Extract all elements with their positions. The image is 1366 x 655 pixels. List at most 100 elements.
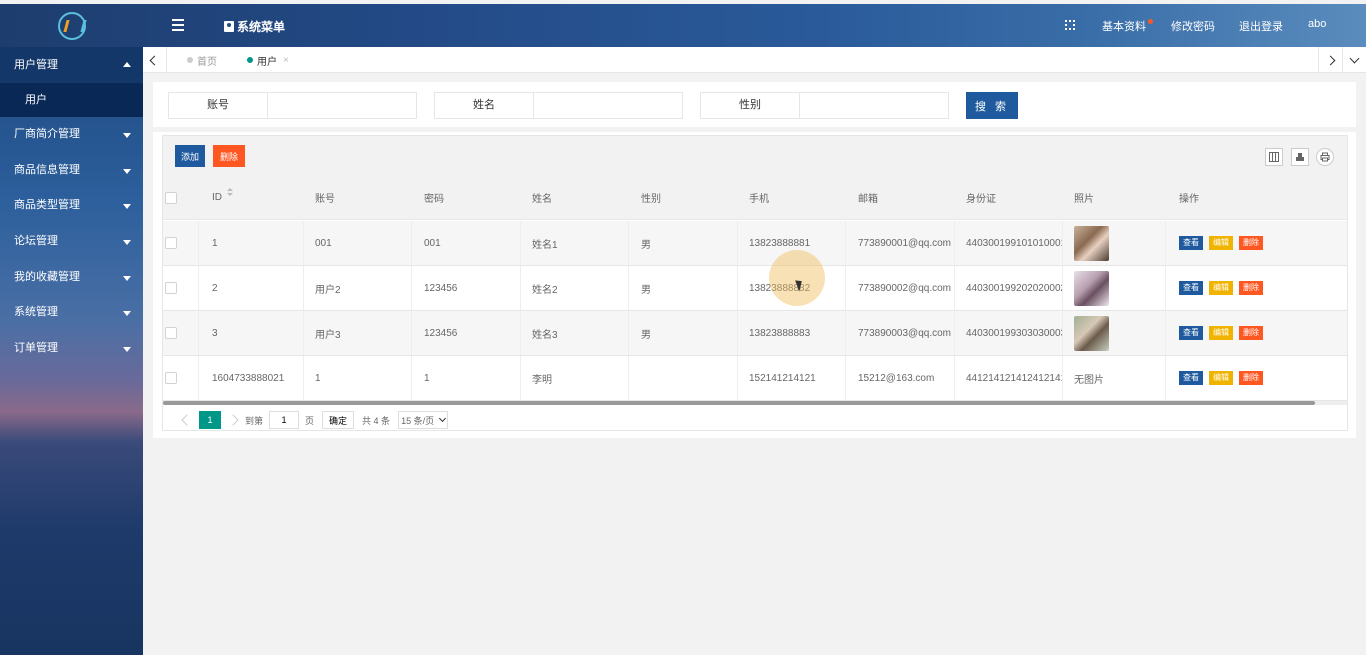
table-row: 1 001 001 姓名1 男 13823888881 773890001@qq… xyxy=(163,221,1347,266)
tab-dot-icon xyxy=(187,57,193,63)
cell-name: 李明 xyxy=(520,356,629,400)
export-icon[interactable] xyxy=(1291,148,1309,166)
goto-page-input[interactable] xyxy=(269,411,300,429)
search-name-input[interactable] xyxy=(534,93,682,118)
sort-icon[interactable] xyxy=(227,187,233,196)
page-size-select[interactable]: 15 条/页 xyxy=(398,411,449,429)
edit-button[interactable]: 编辑 xyxy=(1209,236,1233,250)
sidebar-item-system[interactable]: 系统管理 xyxy=(0,295,143,331)
row-checkbox[interactable] xyxy=(165,237,177,249)
cell-name: 姓名1 xyxy=(520,221,629,265)
top-header: 系统菜单 基本资料 修改密码 退出登录 abo xyxy=(0,0,1366,47)
user-photo[interactable] xyxy=(1074,315,1109,351)
edit-button[interactable]: 编辑 xyxy=(1209,326,1233,340)
menu-toggle-icon[interactable] xyxy=(172,19,184,31)
sidebar-item-forum[interactable]: 论坛管理 xyxy=(0,224,143,260)
page-unit-label: 页 xyxy=(305,415,315,426)
username-label[interactable]: abo xyxy=(1308,18,1326,30)
table-panel: 添加 删除 ID 账号 密码 姓名 性别 手机 邮箱 身份证 照片 操作 1 0… xyxy=(153,132,1356,438)
cell-gender: 男 xyxy=(629,266,738,310)
view-button[interactable]: 查看 xyxy=(1179,281,1203,295)
cell-idcard: 440300199101010001 xyxy=(954,221,1063,265)
sidebar-item-user-management[interactable]: 用户管理 xyxy=(0,47,143,83)
tab-more-button[interactable] xyxy=(1342,47,1366,73)
tab-scroll-left-button[interactable] xyxy=(143,47,167,73)
close-icon[interactable]: × xyxy=(283,55,289,66)
delete-button[interactable]: 删除 xyxy=(1239,326,1263,340)
tab-label: 用户 xyxy=(257,56,277,68)
logout-link[interactable]: 退出登录 xyxy=(1239,18,1283,34)
view-button[interactable]: 查看 xyxy=(1179,236,1203,250)
view-button[interactable]: 查看 xyxy=(1179,371,1203,385)
cell-photo xyxy=(1062,221,1166,265)
horizontal-scrollbar[interactable] xyxy=(163,401,1315,405)
system-menu-label: 系统菜单 xyxy=(237,20,286,34)
search-account-input[interactable] xyxy=(268,93,416,118)
cell-id: 1604733888021 xyxy=(200,356,304,400)
view-button[interactable]: 查看 xyxy=(1179,326,1203,340)
sidebar-item-orders[interactable]: 订单管理 xyxy=(0,331,143,367)
col-header-email: 邮箱 xyxy=(858,194,878,205)
cell-gender xyxy=(629,356,738,400)
columns-icon[interactable] xyxy=(1265,148,1283,166)
row-checkbox-cell xyxy=(163,311,199,355)
sidebar-item-label: 我的收藏管理 xyxy=(14,270,80,283)
change-password-link[interactable]: 修改密码 xyxy=(1171,18,1215,34)
tab-bar: 首页 用户 × xyxy=(143,47,1366,73)
sidebar-subitem-users[interactable]: 用户 xyxy=(0,83,143,117)
sidebar-item-vendor-intro[interactable]: 厂商简介管理 xyxy=(0,117,143,153)
sidebar-item-label: 用户管理 xyxy=(14,59,58,71)
cell-phone: 152141214121 xyxy=(737,356,846,400)
goto-confirm-button[interactable]: 确定 xyxy=(322,411,355,429)
row-checkbox[interactable] xyxy=(165,372,177,384)
total-count-label: 共 4 条 xyxy=(362,415,391,426)
cell-idcard: 441214121412412141 xyxy=(954,356,1063,400)
tab-scroll-right-button[interactable] xyxy=(1318,47,1342,73)
sidebar-item-label: 系统管理 xyxy=(14,306,58,319)
user-photo[interactable] xyxy=(1074,270,1109,306)
delete-button[interactable]: 删除 xyxy=(1239,236,1263,250)
sidebar-subitem-label: 用户 xyxy=(25,94,47,106)
sidebar-item-label: 厂商简介管理 xyxy=(14,128,80,140)
logo[interactable] xyxy=(58,12,86,40)
col-header-phone: 手机 xyxy=(749,194,769,205)
cell-photo xyxy=(1062,266,1166,310)
delete-button[interactable]: 删除 xyxy=(1239,371,1263,385)
menu-book-icon xyxy=(224,21,234,32)
search-button[interactable]: 搜 索 xyxy=(966,92,1018,119)
col-header-account: 账号 xyxy=(315,194,335,205)
edit-button[interactable]: 编辑 xyxy=(1209,371,1233,385)
bulk-delete-button[interactable]: 删除 xyxy=(213,145,245,167)
cell-email: 773890001@qq.com xyxy=(846,221,955,265)
cell-actions: 查看 编辑 删除 xyxy=(1167,221,1347,265)
next-page-icon[interactable] xyxy=(227,414,239,426)
caret-down-icon xyxy=(123,240,131,246)
add-button[interactable]: 添加 xyxy=(175,145,205,167)
edit-button[interactable]: 编辑 xyxy=(1209,281,1233,295)
prev-page-icon[interactable] xyxy=(181,414,193,426)
cell-actions: 查看 编辑 删除 xyxy=(1167,356,1347,400)
col-header-id[interactable]: ID xyxy=(200,176,304,219)
select-all-checkbox[interactable] xyxy=(165,191,177,204)
pagination: 1 到第 页 确定 共 4 条 15 条/页 xyxy=(175,410,449,430)
delete-button[interactable]: 删除 xyxy=(1239,281,1263,295)
cell-password: 1 xyxy=(412,356,521,400)
tab-users[interactable]: 用户 × xyxy=(247,47,289,73)
current-page-button[interactable]: 1 xyxy=(199,411,221,429)
print-icon[interactable] xyxy=(1316,148,1334,166)
user-photo[interactable] xyxy=(1074,225,1109,261)
sidebar-item-label: 商品类型管理 xyxy=(14,199,80,212)
row-checkbox[interactable] xyxy=(165,327,177,339)
tab-home[interactable]: 首页 xyxy=(187,47,217,73)
fullscreen-icon[interactable] xyxy=(1065,20,1075,30)
system-menu-button[interactable]: 系统菜单 xyxy=(224,18,285,35)
sidebar-item-favorites[interactable]: 我的收藏管理 xyxy=(0,260,143,296)
search-panel: 账号 姓名 性别 搜 索 xyxy=(153,82,1356,127)
table-row: 1604733888021 1 1 李明 152141214121 15212@… xyxy=(163,356,1347,401)
sidebar-item-product-info[interactable]: 商品信息管理 xyxy=(0,153,143,189)
search-gender-input[interactable] xyxy=(800,93,948,118)
sidebar-item-product-type[interactable]: 商品类型管理 xyxy=(0,188,143,224)
profile-link[interactable]: 基本资料 xyxy=(1102,18,1146,34)
row-checkbox[interactable] xyxy=(165,282,177,294)
caret-down-icon xyxy=(123,275,131,281)
